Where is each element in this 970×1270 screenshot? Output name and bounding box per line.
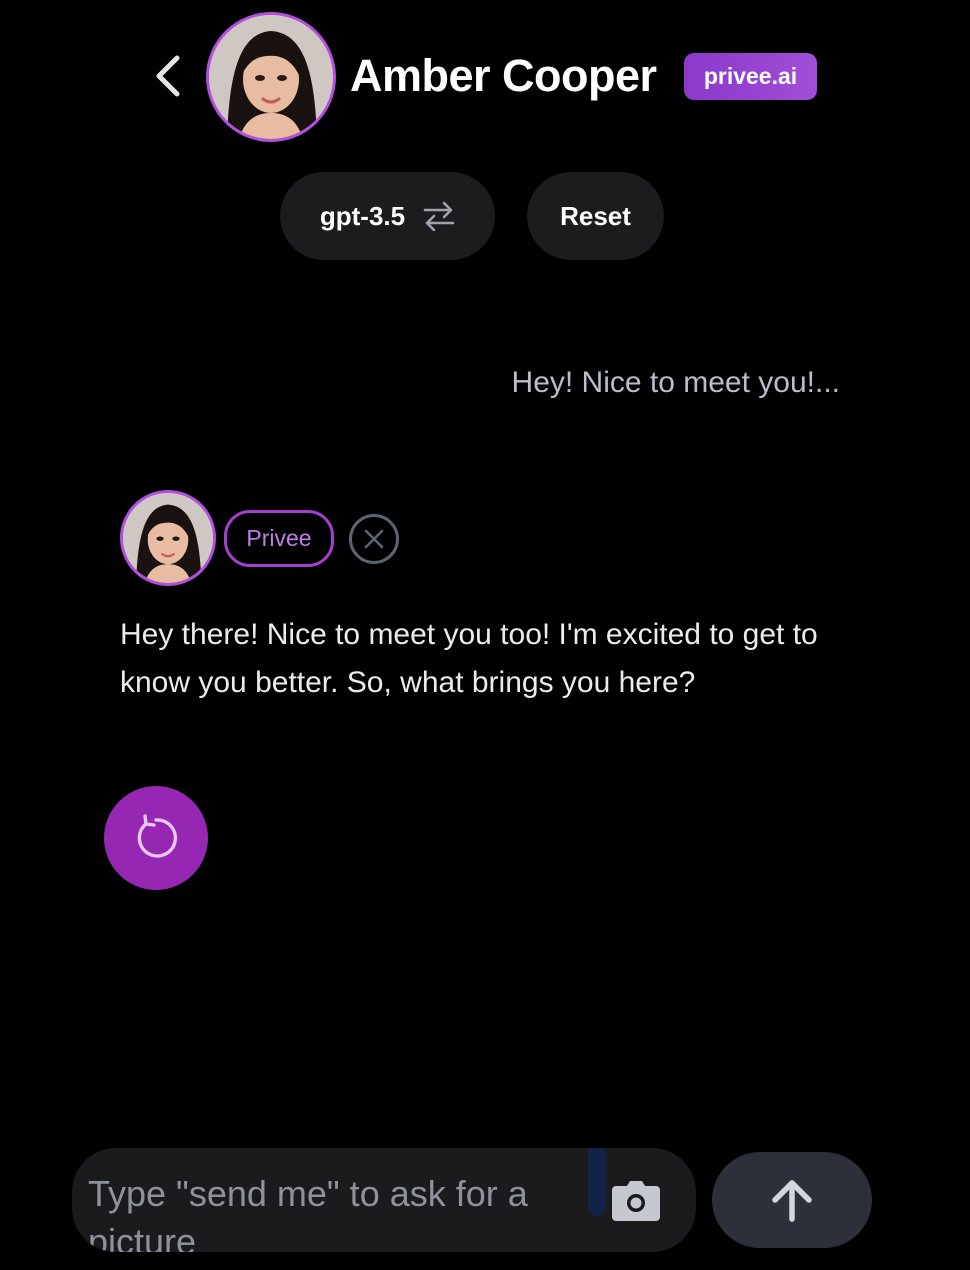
avatar-portrait	[123, 493, 213, 583]
message-input[interactable]	[88, 1170, 588, 1252]
sender-tag: Privee	[224, 510, 334, 567]
camera-button[interactable]	[611, 1178, 661, 1224]
reset-button[interactable]: Reset	[527, 172, 664, 260]
character-name: Amber Cooper	[350, 50, 657, 101]
dismiss-button[interactable]	[349, 514, 399, 564]
input-indicator	[588, 1148, 606, 1216]
message-composer	[72, 1148, 696, 1252]
avatar-portrait	[209, 15, 333, 139]
bot-avatar	[120, 490, 216, 586]
user-message: Hey! Nice to meet you!...	[511, 366, 840, 399]
back-button[interactable]	[146, 52, 190, 100]
arrow-up-icon	[772, 1180, 812, 1222]
swap-arrows-icon	[423, 201, 455, 231]
regenerate-button[interactable]	[104, 786, 208, 890]
send-button[interactable]	[712, 1152, 872, 1248]
brand-badge[interactable]: privee.ai	[684, 53, 817, 100]
model-label: gpt-3.5	[319, 200, 406, 231]
chevron-left-icon	[156, 55, 180, 97]
character-avatar[interactable]	[206, 12, 336, 142]
camera-icon	[612, 1181, 660, 1221]
reset-label: Reset	[560, 200, 631, 231]
bot-message: Hey there! Nice to meet you too! I'm exc…	[120, 618, 818, 699]
model-switch-button[interactable]: gpt-3.5	[280, 172, 495, 260]
refresh-icon	[137, 814, 178, 858]
close-icon	[364, 529, 384, 549]
